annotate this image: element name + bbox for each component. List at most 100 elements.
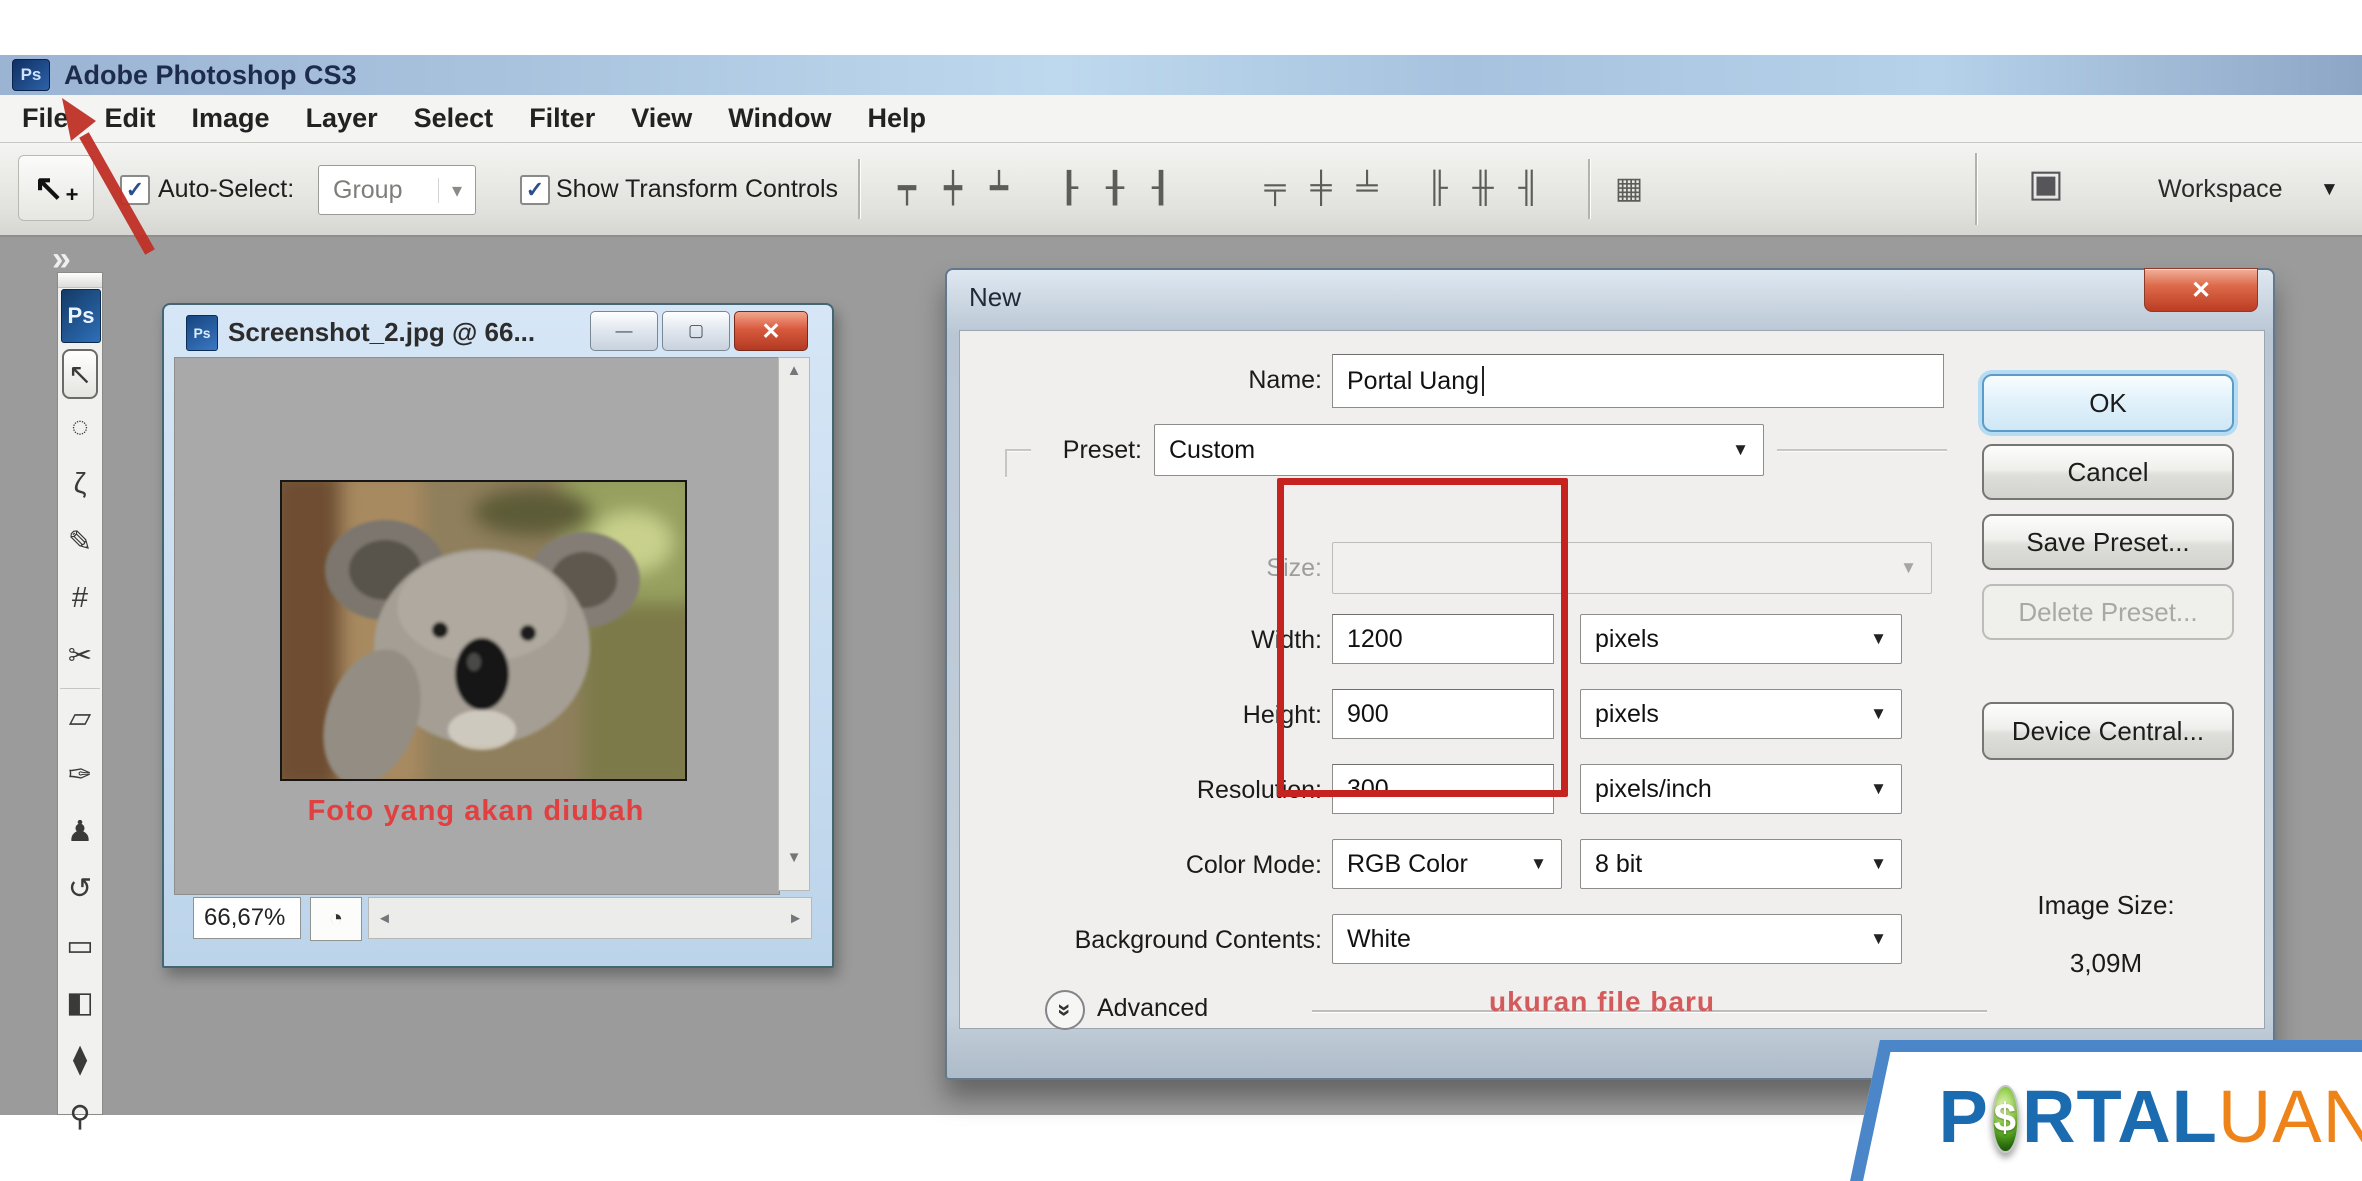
panel-collapse-icon[interactable]: » (52, 240, 71, 279)
height-unit-value: pixels (1595, 699, 1659, 728)
lasso-tool[interactable]: ζ (60, 456, 100, 513)
background-contents-label: Background Contents: (1074, 926, 1322, 954)
move-tool[interactable]: ↖ (62, 349, 98, 399)
zoom-level-field[interactable]: 66,67% (193, 897, 301, 939)
chevron-down-icon: ▼ (1870, 704, 1887, 723)
move-cross-icon: + (65, 182, 79, 207)
delete-preset-button: Delete Preset... (1982, 584, 2234, 640)
advanced-label: Advanced (1097, 994, 1209, 1022)
resolution-unit-dropdown[interactable]: pixels/inch ▼ (1580, 764, 1902, 814)
menu-layer[interactable]: Layer (306, 103, 378, 134)
menu-view[interactable]: View (631, 103, 692, 134)
save-preset-button[interactable]: Save Preset... (1982, 514, 2234, 570)
highlight-rectangle (1277, 478, 1568, 797)
koala-photo (280, 480, 687, 781)
resolution-unit-value: pixels/inch (1595, 774, 1712, 803)
distribute-bottom-edges-icon[interactable]: ╧ (1344, 171, 1390, 205)
align-vertical-centers-icon[interactable]: ┿ (930, 171, 976, 206)
dialog-close-button[interactable]: ✕ (2144, 268, 2258, 312)
status-info-icon[interactable]: ◔ (310, 897, 362, 941)
show-transform-checkbox[interactable]: ✓ (520, 175, 550, 205)
quick-selection-tool[interactable]: ✎ (60, 513, 100, 570)
minimize-button[interactable]: — (590, 311, 658, 351)
dollar-globe-icon: $ (1991, 1084, 2020, 1153)
gradient-tool[interactable]: ◧ (60, 974, 100, 1031)
bit-depth-dropdown[interactable]: 8 bit ▼ (1580, 839, 1902, 889)
blur-tool[interactable]: ⧫ (60, 1031, 100, 1088)
menu-edit[interactable]: Edit (105, 103, 156, 134)
zoom-tool[interactable]: ⚲ (60, 1088, 100, 1145)
vertical-scrollbar[interactable]: ▲ ▼ (778, 357, 810, 891)
text-caret (1482, 366, 1485, 396)
scroll-left-icon[interactable]: ◄ (377, 910, 392, 927)
crop-tool[interactable]: # (60, 570, 100, 627)
auto-select-checkbox[interactable]: ✓ (120, 175, 150, 205)
separator (1588, 159, 1591, 219)
distribute-right-edges-icon[interactable]: ╢ (1506, 171, 1552, 205)
maximize-button[interactable]: ▢ (662, 311, 730, 351)
preset-value: Custom (1169, 435, 1256, 464)
logo-text-uang: UANG (2217, 1075, 2362, 1158)
scroll-down-icon[interactable]: ▼ (787, 849, 802, 866)
group-box-line (1005, 449, 1031, 452)
chevron-down-icon: ▼ (1900, 558, 1917, 577)
history-brush-tool[interactable]: ↺ (60, 860, 100, 917)
menu-select[interactable]: Select (414, 103, 494, 134)
align-bottom-edges-icon[interactable]: ┷ (976, 171, 1022, 206)
menu-image[interactable]: Image (192, 103, 270, 134)
bridge-icon[interactable]: ▣ (2028, 161, 2064, 206)
width-unit-dropdown[interactable]: pixels ▼ (1580, 614, 1902, 664)
brush-tool[interactable]: ✑ (60, 746, 100, 803)
cancel-button[interactable]: Cancel (1982, 444, 2234, 500)
workspace-menu[interactable]: Workspace (2158, 175, 2283, 204)
align-top-edges-icon[interactable]: ┯ (884, 171, 930, 206)
chevron-down-icon: ▼ (1870, 854, 1887, 873)
background-contents-value: White (1347, 924, 1411, 953)
image-size-value: 3,09M (2069, 948, 2143, 978)
chevron-down-icon[interactable]: ▼ (2320, 179, 2339, 201)
tools-palette: Ps ↖ ◌ ζ ✎ # ✂ ▱ ✑ ♟ ↺ ▭ ◧ ⧫ ⚲ (57, 272, 103, 1133)
photoshop-app-icon: Ps (12, 59, 50, 91)
chevron-down-icon: ▼ (1870, 779, 1887, 798)
name-input[interactable]: Portal Uang (1332, 354, 1944, 408)
group-box-line (1005, 449, 1007, 478)
app-title-bar: Ps Adobe Photoshop CS3 (0, 55, 2362, 95)
psd-file-icon: Ps (186, 315, 218, 351)
color-mode-label: Color Mode: (1185, 851, 1322, 879)
menu-filter[interactable]: Filter (529, 103, 595, 134)
distribute-left-edges-icon[interactable]: ╟ (1414, 171, 1460, 205)
align-left-edges-icon[interactable]: ┠ (1046, 171, 1092, 206)
ok-button[interactable]: OK (1982, 374, 2234, 432)
menu-window[interactable]: Window (728, 103, 831, 134)
color-mode-dropdown[interactable]: RGB Color ▼ (1332, 839, 1562, 889)
distribute-icons-group: ╤ ╪ ╧ ╟ ╫ ╢ (1252, 171, 1552, 205)
marquee-tool[interactable]: ◌ (60, 399, 100, 456)
scroll-up-icon[interactable]: ▲ (787, 362, 802, 379)
align-right-edges-icon[interactable]: ┨ (1138, 171, 1184, 206)
eraser-tool[interactable]: ▭ (60, 917, 100, 974)
menu-help[interactable]: Help (867, 103, 926, 134)
slice-tool[interactable]: ✂ (60, 627, 100, 684)
distribute-vertical-centers-icon[interactable]: ╪ (1298, 171, 1344, 205)
distribute-horizontal-centers-icon[interactable]: ╫ (1460, 171, 1506, 205)
background-contents-dropdown[interactable]: White ▼ (1332, 914, 1902, 964)
align-horizontal-centers-icon[interactable]: ╂ (1092, 171, 1138, 206)
move-tool-options-icon[interactable]: ↖ + (18, 155, 94, 221)
cursor-icon: ↖ (33, 167, 64, 208)
image-size-label: Image Size: (2037, 890, 2175, 920)
preset-dropdown[interactable]: Custom ▼ (1154, 424, 1764, 476)
clone-stamp-tool[interactable]: ♟ (60, 803, 100, 860)
logo-text-rtal: RTAL (2022, 1075, 2218, 1158)
auto-select-mode-dropdown[interactable]: Group ▾ (318, 165, 476, 215)
dialog-title: New (969, 282, 1022, 312)
menu-file[interactable]: File (22, 103, 69, 134)
height-unit-dropdown[interactable]: pixels ▼ (1580, 689, 1902, 739)
device-central-button[interactable]: Device Central... (1982, 702, 2234, 760)
auto-align-layers-icon[interactable]: ▦ (1606, 171, 1652, 206)
spot-healing-tool[interactable]: ▱ (60, 688, 100, 746)
distribute-top-edges-icon[interactable]: ╤ (1252, 171, 1298, 205)
scroll-right-icon[interactable]: ► (788, 910, 803, 927)
close-button[interactable]: ✕ (734, 311, 808, 351)
horizontal-scrollbar[interactable]: ◄ ► (368, 897, 812, 939)
advanced-expand-button[interactable]: » (1045, 990, 1085, 1030)
